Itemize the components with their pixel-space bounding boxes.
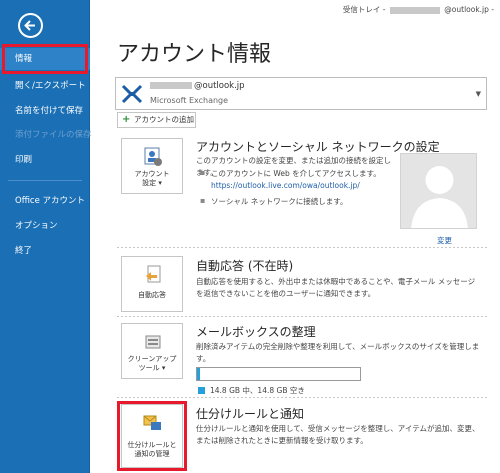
nav-save-attachments-label: 添付ファイルの保存 xyxy=(15,130,92,140)
cleanup-tools-tile-label: クリーンアップ ツール ▾ xyxy=(122,355,182,373)
chevron-down-icon[interactable]: ▼ xyxy=(476,90,481,98)
nav-exit-label: 終了 xyxy=(15,246,33,256)
nav-info-highlight xyxy=(2,44,88,74)
nav-print-label: 印刷 xyxy=(15,155,33,165)
account-email: @outlook.jp xyxy=(150,81,245,91)
person-silhouette-icon xyxy=(411,166,468,228)
profile-picture xyxy=(400,153,477,229)
nav-print[interactable]: 印刷 xyxy=(0,149,90,171)
mailbox-usage-text: 14.8 GB 中、14.8 GB 空き xyxy=(198,386,305,395)
section-divider xyxy=(117,316,487,317)
social-network-text: ソーシャル ネットワークに接続します。 xyxy=(200,196,348,207)
nav-office-account-label: Office アカウント xyxy=(15,196,86,206)
account-email-domain: @outlook.jp xyxy=(194,81,245,91)
back-arrow-icon xyxy=(24,20,35,31)
rules-desc: 仕分けルールと通知を使用して、受信メッセージを整理し、アイテムが追加、変更、また… xyxy=(196,424,480,445)
web-access-text: このアカウントに Web を介してアクセスします。 xyxy=(200,168,381,179)
nav-open-export-label: 開く/エクスポート xyxy=(15,81,86,91)
auto-reply-tile-label: 自動応答 xyxy=(138,291,166,299)
account-settings-tile-label: アカウント 設定 ▾ xyxy=(122,170,182,188)
redacted-address xyxy=(389,6,440,14)
mailbox-title: メールボックスの整理 xyxy=(196,325,316,339)
mailbox-usage-fill xyxy=(197,368,201,380)
auto-reply-title: 自動応答 (不在時) xyxy=(196,259,294,273)
nav-options[interactable]: オプション xyxy=(0,215,90,237)
mailbox-desc: 削除済みアイテムの完全削除や整理を利用して、メールボックスのサイズを管理します。 xyxy=(196,342,480,363)
window-title: 受信トレイ - @outlook.jp - xyxy=(343,4,494,15)
mailbox-usage-bar xyxy=(196,367,361,381)
nav-exit[interactable]: 終了 xyxy=(0,240,90,262)
section-divider xyxy=(117,397,487,398)
change-picture-link[interactable]: 変更 xyxy=(437,235,452,246)
manage-rules-highlight xyxy=(117,401,187,471)
window-title-prefix: 受信トレイ - xyxy=(342,5,386,14)
exchange-icon xyxy=(121,84,143,104)
owa-link[interactable]: https://outlook.live.com/owa/outlook.jp/ xyxy=(211,181,360,190)
auto-reply-icon xyxy=(146,265,161,283)
cleanup-tools-tile-label-line1: クリーンアップ xyxy=(127,355,177,363)
page-title: アカウント情報 xyxy=(117,42,272,67)
plus-icon: + xyxy=(122,114,131,125)
account-settings-button[interactable]: アカウント 設定 ▾ xyxy=(121,138,183,194)
cleanup-tools-tile-label-line2: ツール ▾ xyxy=(122,364,182,373)
redacted-account-name xyxy=(150,82,192,89)
nav-office-account[interactable]: Office アカウント xyxy=(0,190,90,212)
account-settings-tile-label-line2: 設定 ▾ xyxy=(122,179,182,188)
window-title-suffix: @outlook.jp - xyxy=(444,5,494,14)
back-button[interactable] xyxy=(18,13,43,38)
account-settings-icon xyxy=(144,147,162,166)
auto-reply-desc: 自動応答を使用すると、外出中または休暇中であることや、電子メール メッセージを返… xyxy=(196,277,476,298)
nav-save-as-label: 名前を付けて保存 xyxy=(15,106,84,116)
cleanup-tools-button[interactable]: クリーンアップ ツール ▾ xyxy=(121,323,183,379)
cleanup-tools-icon xyxy=(145,335,161,349)
nav-options-label: オプション xyxy=(15,221,58,231)
auto-reply-button[interactable]: 自動応答 xyxy=(121,256,183,312)
section-divider xyxy=(117,247,487,248)
account-type: Microsoft Exchange xyxy=(150,96,229,105)
cleanup-tools-tile-label-text: ツール xyxy=(138,364,160,372)
nav-save-as[interactable]: 名前を付けて保存 xyxy=(0,100,90,122)
account-settings-tile-label-text: 設定 xyxy=(142,179,157,187)
nav-divider xyxy=(8,180,82,181)
nav-save-attachments: 添付ファイルの保存 xyxy=(0,124,92,146)
dropdown-caret-icon: ▾ xyxy=(161,364,166,372)
add-account-button[interactable]: + アカウントの追加 xyxy=(117,112,196,128)
dropdown-caret-icon: ▾ xyxy=(158,179,162,187)
account-settings-tile-label-line1: アカウント xyxy=(134,170,170,178)
add-account-label: アカウントの追加 xyxy=(134,115,194,124)
rules-title: 仕分けルールと通知 xyxy=(196,407,305,421)
nav-open-export[interactable]: 開く/エクスポート xyxy=(0,75,90,97)
account-selector[interactable]: @outlook.jp Microsoft Exchange ▼ xyxy=(115,77,487,110)
